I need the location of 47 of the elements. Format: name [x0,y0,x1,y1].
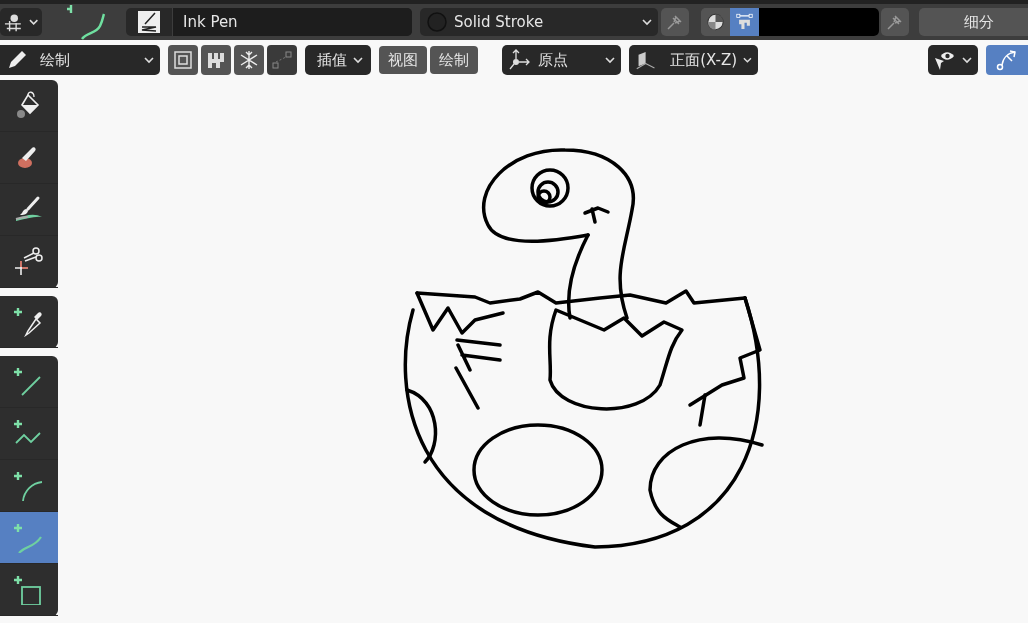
caret-icon [605,55,615,65]
eyedropper-icon [14,306,44,337]
autolock-toggle[interactable] [201,45,231,75]
arc-tool-icon [14,470,44,501]
freeze-toggle[interactable] [234,45,264,75]
pin-gizmo-icon [4,12,23,32]
multiframe-toggle[interactable] [168,45,198,75]
curve-arrow-icon [995,48,1019,72]
interpolate-dropdown[interactable]: 插值 [305,45,371,75]
sphere-icon [426,11,448,33]
subdivide-button[interactable]: 细分 [919,8,1028,36]
color-swatch[interactable] [759,8,879,36]
vertex-color-button[interactable] [730,8,759,36]
snowflake-icon [239,50,259,70]
stacked-squares-icon [173,50,193,70]
caret-icon [144,55,154,65]
pin-button[interactable] [881,8,909,36]
menu-button[interactable]: 视图 [379,46,427,74]
caret-icon [353,55,363,65]
pin-icon [666,13,684,31]
eye-cursor-icon [934,49,956,71]
shaded-sphere-icon [707,12,724,32]
brush-name: Ink Pen [183,13,238,31]
material-dropdown[interactable]: Solid Stroke [420,8,658,36]
caret-icon [962,55,972,65]
pin-button[interactable] [661,8,689,36]
plane-axes-icon [635,49,657,71]
mode-dropdown[interactable]: 绘制 [0,45,160,75]
object-mode-dropdown[interactable] [0,8,42,36]
box-tool-icon [14,574,44,605]
caret-icon [642,17,652,27]
pivot-dropdown[interactable]: 原点 [502,45,621,75]
visibility-dropdown[interactable] [928,45,978,75]
caret-icon [743,55,752,65]
scissors-cursor-icon [14,246,44,277]
pin-icon [886,13,904,31]
gizmo-toggle[interactable] [986,45,1028,75]
caret-icon [28,17,38,27]
curve-tool-icon [14,522,44,553]
brush-field[interactable]: Ink Pen [126,8,412,36]
transform-origin-icon [508,48,532,72]
dashed-line-icon [272,50,292,70]
pencil-icon [6,49,28,71]
menu-button[interactable]: 绘制 [430,46,478,74]
pen-brush-icon [138,11,160,33]
line-tool-icon [14,366,44,397]
orientation-dropdown[interactable]: 正面(X-Z) [629,45,758,75]
